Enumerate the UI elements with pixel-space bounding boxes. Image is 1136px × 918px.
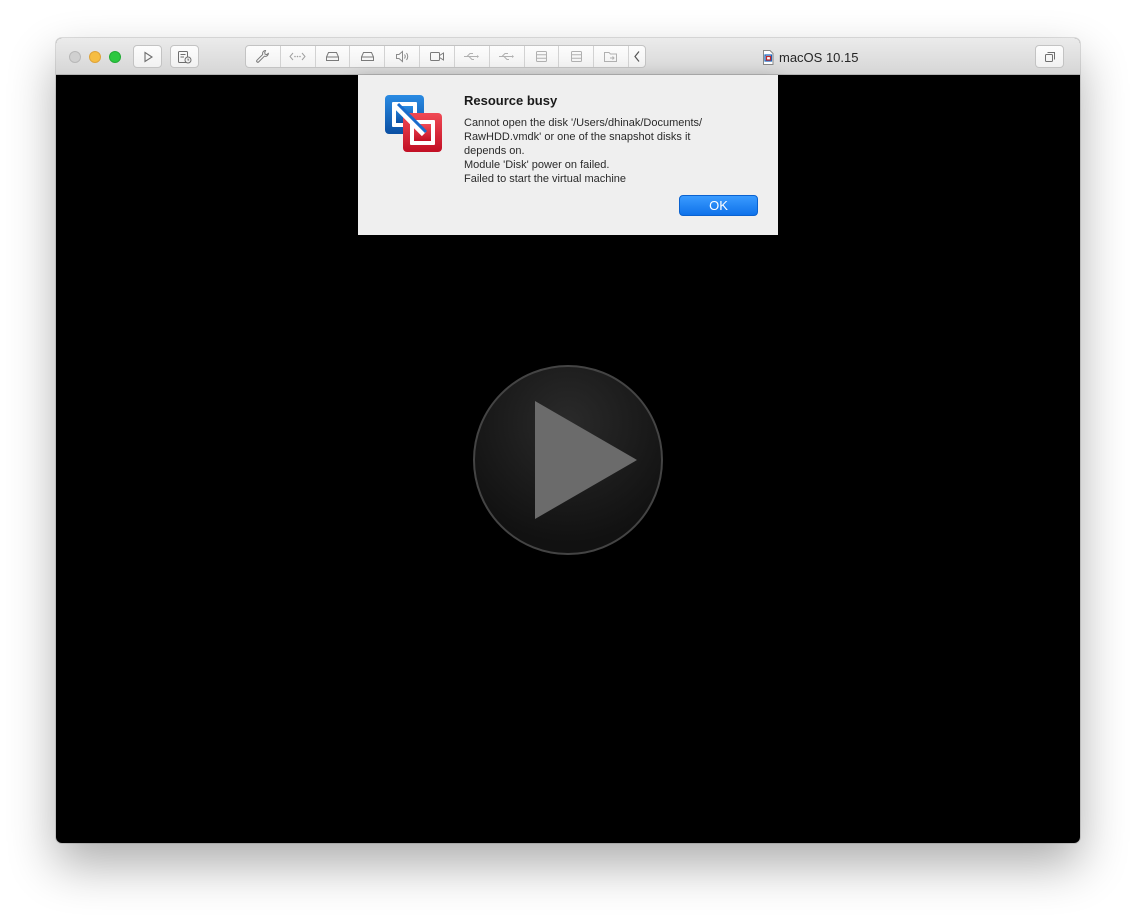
alert-message-line: Cannot open the disk '/Users/dhinak/Docu… — [464, 117, 703, 129]
hard-disk-2-button[interactable] — [350, 46, 386, 67]
usb-icon — [499, 53, 515, 60]
ok-button[interactable]: OK — [679, 195, 758, 216]
fullscreen-icon — [1044, 51, 1055, 62]
alert-message: Cannot open the disk '/Users/dhinak/Docu… — [464, 116, 764, 186]
disk-stack-icon — [570, 51, 582, 62]
error-alert-sheet: Resource busy Cannot open the disk '/Use… — [358, 75, 778, 235]
start-vm-button[interactable] — [133, 45, 162, 68]
storage-2-button[interactable] — [559, 46, 595, 67]
disk-stack-icon — [536, 51, 548, 62]
settings-button[interactable] — [246, 46, 281, 67]
shared-folder-button[interactable] — [594, 46, 630, 67]
usb-icon — [464, 53, 480, 60]
snapshots-button[interactable] — [170, 45, 199, 68]
hard-disk-1-button[interactable] — [316, 46, 351, 67]
usb-2-button[interactable] — [490, 46, 525, 67]
play-icon — [143, 50, 153, 63]
chevron-left-icon — [634, 51, 640, 62]
shared-folder-icon — [604, 52, 618, 62]
camera-button[interactable] — [420, 46, 455, 67]
window-title: macOS 10.15 — [762, 48, 859, 66]
minimize-button[interactable] — [89, 51, 101, 63]
alert-message-line: Module 'Disk' power on failed. — [464, 159, 610, 171]
usb-1-button[interactable] — [455, 46, 490, 67]
title-bar: macOS 10.15 — [56, 38, 1080, 75]
hard-disk-icon — [326, 52, 340, 61]
alert-message-line: RawHDD.vmdk' or one of the snapshot disk… — [464, 131, 691, 143]
wrench-icon — [256, 49, 270, 63]
storage-1-button[interactable] — [525, 46, 560, 67]
hard-disk-icon — [360, 52, 374, 61]
sound-button[interactable] — [385, 46, 421, 67]
close-button[interactable] — [69, 51, 81, 63]
speaker-icon — [395, 50, 408, 63]
zoom-button[interactable] — [109, 51, 121, 63]
camera-icon — [430, 52, 445, 61]
alert-title: Resource busy — [464, 93, 558, 108]
vmx-document-icon — [763, 49, 774, 65]
alert-message-line: Failed to start the virtual machine — [464, 173, 627, 185]
vmware-fusion-icon — [385, 95, 442, 152]
vm-window: macOS 10.15 Resource busy Cannot open th… — [56, 38, 1080, 843]
network-button[interactable] — [281, 46, 316, 67]
fullscreen-button[interactable] — [1035, 45, 1064, 68]
power-on-play-button[interactable] — [473, 365, 663, 555]
network-icon — [289, 52, 306, 61]
snapshot-icon — [178, 50, 192, 63]
device-toolbar — [245, 45, 646, 68]
toolbar-collapse-button[interactable] — [629, 46, 645, 67]
play-icon — [535, 401, 637, 519]
alert-message-line: depends on. — [464, 145, 525, 157]
window-title-text: macOS 10.15 — [779, 49, 859, 65]
